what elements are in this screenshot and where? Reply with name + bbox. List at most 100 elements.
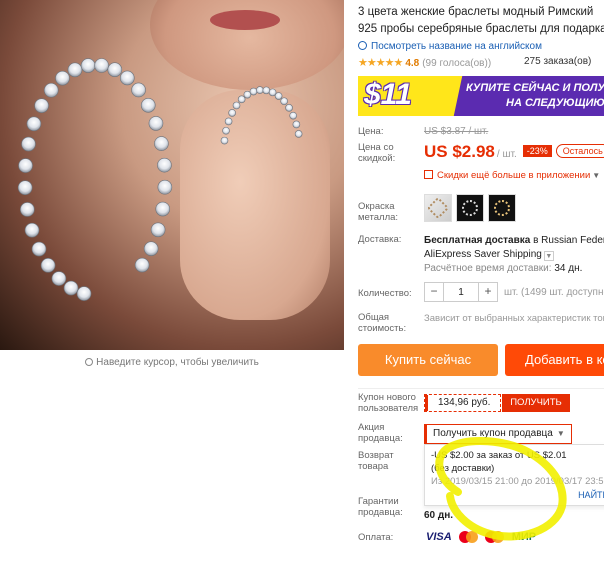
app-discount-link[interactable]: Скидки ещё больше в приложении ▼ xyxy=(424,170,600,181)
promo-amount: $11 xyxy=(364,78,412,111)
swatch-bracelet-thumb xyxy=(426,196,450,220)
rhinestone xyxy=(222,126,230,135)
quantity-minus-button[interactable]: − xyxy=(425,283,443,301)
rhinestone xyxy=(274,92,283,100)
discount-price-label-2: скидкой: xyxy=(358,153,396,164)
new-user-coupon-row: Купон нового пользователя 134,96 руб. ПОЛ… xyxy=(358,392,604,422)
delivery-time: Расчётное время доставки: 34 дн. xyxy=(424,262,604,276)
old-price-row: Цена: US $3.87 / шт. xyxy=(358,126,604,140)
payment-label: Оплата: xyxy=(358,532,394,543)
quantity-available: шт. (1499 шт. доступно) xyxy=(504,286,604,298)
guarantee-row: Гарантии продавца: 60 дн. xyxy=(358,496,604,530)
buy-now-button[interactable]: Купить сейчас xyxy=(358,344,498,376)
rhinestone xyxy=(237,95,246,104)
rhinestone xyxy=(31,241,47,257)
new-user-coupon-label-1: Купон нового xyxy=(358,392,416,403)
chevron-down-icon: ▼ xyxy=(592,171,601,180)
rhinestone xyxy=(140,98,156,113)
new-user-coupon-label-2: пользователя xyxy=(358,403,419,414)
zoom-hint-text: Наведите курсор, чтобы увеличить xyxy=(96,357,259,368)
price-label: Цена: xyxy=(358,126,384,137)
discount-badge: -23% xyxy=(522,145,552,157)
rhinestone xyxy=(249,87,258,96)
rhinestone xyxy=(17,180,33,195)
quantity-controls: − + шт. (1499 шт. доступно) xyxy=(424,282,604,302)
coupon-amount: 134,96 руб. xyxy=(425,395,500,411)
divider-row xyxy=(358,376,604,392)
translate-title-link[interactable]: Посмотреть название на английском xyxy=(358,41,604,52)
rhinestone xyxy=(154,136,169,151)
coupon-condition: -US $2.00 за заказ от US $2.01 xyxy=(431,450,567,461)
rhinestone xyxy=(63,280,79,296)
rhinestone xyxy=(24,222,40,238)
shipping-carrier[interactable]: AliExpress Saver Shipping ▼ xyxy=(424,248,604,262)
product-main-image[interactable] xyxy=(0,0,344,350)
remaining-badge: Осталось xyxy=(555,144,604,158)
new-price-row: Цена со скидкой: US $2.98/ шт. -23% Осталос… xyxy=(358,142,604,170)
bracelet-image xyxy=(17,58,303,301)
total-label-2: стоимость: xyxy=(358,323,407,334)
rhinestone xyxy=(262,86,271,95)
rhinestone xyxy=(289,111,297,120)
rhinestone xyxy=(285,104,293,112)
guarantee-label: Гарантии продавца: xyxy=(358,496,403,518)
rhinestone xyxy=(292,120,301,129)
product-title: 3 цвета женские браслеты модный Римский … xyxy=(358,4,604,38)
rhinestone xyxy=(67,62,83,78)
rhinestone xyxy=(76,286,92,301)
rhinestone xyxy=(21,136,36,152)
mir-icon: МИР xyxy=(511,531,537,543)
returns-label: Возврат товара xyxy=(358,450,394,472)
returns-label-2: товара xyxy=(358,461,389,472)
votes-count[interactable]: (99 голоса(ов)) xyxy=(422,58,491,69)
new-user-coupon-label: Купон нового пользователя xyxy=(358,392,418,414)
color-swatches xyxy=(424,194,520,222)
rhinestone xyxy=(43,82,59,98)
seller-coupon-control: Получить купон продавца ▼ xyxy=(424,424,572,444)
translate-link-text: Посмотреть название на английском xyxy=(371,41,542,52)
swatch-black-gold[interactable] xyxy=(488,194,516,222)
free-shipping: Бесплатная доставка xyxy=(424,235,531,246)
total-label-1: Общая xyxy=(358,312,390,323)
swatch-silver-rhinestone[interactable] xyxy=(424,194,452,222)
guarantee-label-1: Гарантии xyxy=(358,496,399,507)
rhinestone xyxy=(134,257,150,273)
rhinestone xyxy=(18,158,33,173)
chevron-down-icon: ▼ xyxy=(556,429,565,438)
zoom-hint: Наведите курсор, чтобы увеличить xyxy=(0,350,344,376)
shipping-label: Доставка: xyxy=(358,234,402,245)
get-seller-coupon-button[interactable]: Получить купон продавца ▼ xyxy=(424,424,572,444)
quantity-plus-button[interactable]: + xyxy=(479,283,497,301)
old-price: US $3.87 / шт. xyxy=(424,126,489,137)
promo-line2: НА СЛЕДУЮЩИЮ ПОКУПКУ xyxy=(506,97,604,109)
total-value: Зависит от выбранных характеристик товар… xyxy=(424,313,604,324)
swatch-black-silver[interactable] xyxy=(456,194,484,222)
rhinestone xyxy=(294,130,303,138)
returns-row: Возврат товара -US $2.00 за заказ от US $… xyxy=(358,444,604,506)
rhinestone xyxy=(157,179,173,195)
rhinestone xyxy=(51,271,67,286)
qr-code-icon xyxy=(424,170,433,179)
shipping-carrier-name: AliExpress Saver Shipping xyxy=(424,249,542,260)
magnifier-icon xyxy=(85,358,94,366)
rating-row: ★★★★★ 4.8 (99 голоса(ов)) 275 заказа(ов) xyxy=(358,56,604,70)
rhinestone xyxy=(220,136,229,145)
promo-banner[interactable]: $11 КУПИТЕ СЕЙЧАС И ПОЛУЧИТЕ НА СЛЕДУЮЩИ… xyxy=(358,76,604,116)
add-to-cart-button[interactable]: Добавить в корзину xyxy=(505,344,604,376)
discount-price-label-1: Цена со xyxy=(358,142,394,153)
discount-price-label: Цена со скидкой: xyxy=(358,142,395,164)
quantity-input[interactable] xyxy=(443,283,479,301)
rating-stars[interactable]: ★★★★★ xyxy=(358,57,403,69)
divider xyxy=(358,388,604,389)
app-discount-row: Скидки ещё больше в приложении ▼ xyxy=(358,170,604,186)
rhinestone xyxy=(34,98,49,113)
product-title-line1: 3 цвета женские браслеты модный Римский xyxy=(358,6,594,18)
rhinestone xyxy=(40,258,56,273)
swatch-bracelet-thumb xyxy=(462,200,478,216)
coupon-shipping-note: (без доставки) xyxy=(431,463,495,474)
rhinestone xyxy=(80,58,96,73)
new-user-coupon: 134,96 руб. xyxy=(424,394,502,412)
get-coupon-button[interactable]: ПОЛУЧИТЬ xyxy=(502,394,570,412)
rhinestone xyxy=(20,202,35,217)
rhinestone xyxy=(228,109,236,117)
